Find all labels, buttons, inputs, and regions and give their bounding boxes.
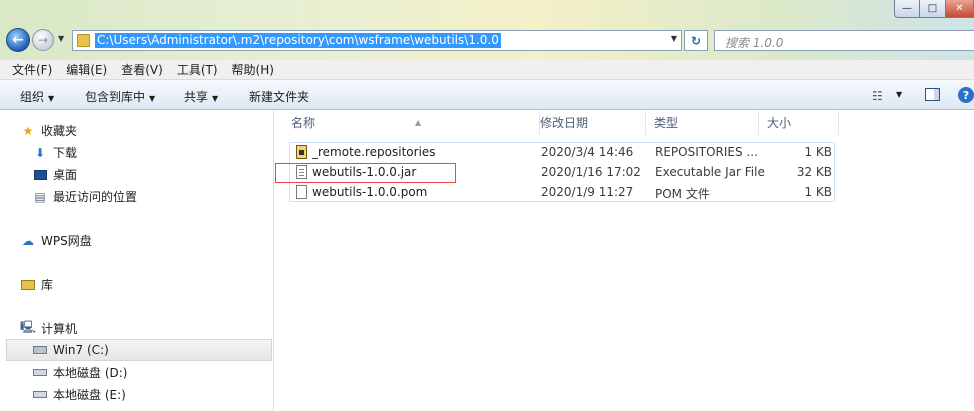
file-list: 名称 ▲ 修改日期 类型 大小 _remote.repositories 202… xyxy=(275,111,974,411)
file-date: 2020/1/9 11:27 xyxy=(541,185,634,199)
nav-downloads-label: 下载 xyxy=(53,146,78,160)
share-label: 共享 xyxy=(184,90,209,104)
file-date: 2020/1/16 17:02 xyxy=(541,165,641,179)
file-date: 2020/3/4 14:46 xyxy=(541,145,634,159)
column-header-type[interactable]: 类型 xyxy=(646,111,759,135)
chevron-down-icon: ▼ xyxy=(48,94,55,103)
file-name: webutils-1.0.0.pom xyxy=(312,185,428,199)
refresh-icon: ↻ xyxy=(690,33,702,48)
file-type: Executable Jar File xyxy=(655,165,765,179)
desktop-icon xyxy=(32,168,48,182)
include-library-button[interactable]: 包含到库中 ▼ xyxy=(85,88,155,105)
column-date-label: 修改日期 xyxy=(540,116,589,130)
nav-desktop[interactable]: 桌面 xyxy=(32,166,77,183)
recent-pages-dropdown[interactable]: ▼ xyxy=(58,34,64,43)
nav-favorites[interactable]: ★ 收藏夹 xyxy=(20,122,77,139)
nav-wps-cloud[interactable]: ☁ WPS网盘 xyxy=(20,232,92,249)
search-box[interactable]: 搜索 1.0.0 xyxy=(714,30,974,51)
command-bar: 组织 ▼ 包含到库中 ▼ 共享 ▼ 新建文件夹 ☷ ▼ ? xyxy=(0,80,974,110)
arrow-right-icon: → xyxy=(37,33,49,47)
highlight-annotation-box xyxy=(275,163,456,183)
view-dropdown[interactable]: ▼ xyxy=(896,90,902,99)
minimize-button[interactable]: — xyxy=(894,0,920,18)
nav-drive-d[interactable]: 本地磁盘 (D:) xyxy=(32,364,127,381)
back-button[interactable]: ← xyxy=(6,28,30,52)
nav-libraries[interactable]: 库 xyxy=(20,276,53,293)
nav-libraries-label: 库 xyxy=(41,278,54,292)
menu-tools[interactable]: 工具(T) xyxy=(177,61,218,78)
new-folder-button[interactable]: 新建文件夹 xyxy=(249,88,309,105)
share-button[interactable]: 共享 ▼ xyxy=(184,88,218,105)
repo-file-icon xyxy=(296,145,307,159)
nav-drive-e-label: 本地磁盘 (E:) xyxy=(53,388,126,402)
column-type-label: 类型 xyxy=(654,116,679,130)
file-size: 32 KB xyxy=(796,165,832,179)
title-bar: — □ ✕ ← → ▼ C:\Users\Administrator\.m2\r… xyxy=(0,0,974,60)
hard-drive-icon xyxy=(32,388,48,402)
nav-recent-label: 最近访问的位置 xyxy=(53,190,138,204)
column-header-size[interactable]: 大小 xyxy=(759,111,839,135)
forward-button[interactable]: → xyxy=(32,29,54,51)
menu-view[interactable]: 查看(V) xyxy=(121,61,163,78)
navigation-pane: ★ 收藏夹 ⬇ 下载 桌面 ▤ 最近访问的位置 ☁ WPS网盘 库 🖳 计算机 … xyxy=(0,111,274,411)
table-row[interactable]: _remote.repositories 2020/3/4 14:46 REPO… xyxy=(290,143,835,162)
file-name: _remote.repositories xyxy=(312,145,436,159)
nav-drive-c[interactable]: Win7 (C:) xyxy=(6,339,272,361)
star-icon: ★ xyxy=(22,123,34,138)
column-header-name[interactable]: 名称 ▲ xyxy=(283,111,540,135)
file-type: POM 文件 xyxy=(655,187,710,201)
address-bar[interactable]: C:\Users\Administrator\.m2\repository\co… xyxy=(72,30,682,51)
include-library-label: 包含到库中 xyxy=(85,90,146,104)
nav-downloads[interactable]: ⬇ 下载 xyxy=(32,144,77,161)
blank-file-icon xyxy=(296,185,307,199)
column-name-label: 名称 xyxy=(291,116,316,130)
view-options-icon[interactable]: ☷ xyxy=(872,89,883,103)
organize-label: 组织 xyxy=(20,90,45,104)
cloud-icon: ☁ xyxy=(22,233,34,248)
nav-drive-c-label: Win7 (C:) xyxy=(53,343,109,357)
nav-drive-e[interactable]: 本地磁盘 (E:) xyxy=(32,386,126,403)
file-type: REPOSITORIES ... xyxy=(655,145,758,159)
download-folder-icon: ⬇ xyxy=(34,145,46,160)
menu-edit[interactable]: 编辑(E) xyxy=(66,61,107,78)
library-icon xyxy=(20,278,36,292)
nav-drive-d-label: 本地磁盘 (D:) xyxy=(53,366,128,380)
nav-desktop-label: 桌面 xyxy=(53,168,78,182)
help-icon[interactable]: ? xyxy=(958,87,974,103)
new-folder-label: 新建文件夹 xyxy=(249,90,310,104)
chevron-down-icon: ▼ xyxy=(149,94,156,103)
arrow-left-icon: ← xyxy=(12,32,24,48)
menu-file[interactable]: 文件(F) xyxy=(12,61,52,78)
nav-computer-label: 计算机 xyxy=(41,322,78,336)
chevron-down-icon: ▼ xyxy=(212,94,219,103)
column-size-label: 大小 xyxy=(767,116,792,130)
nav-favorites-label: 收藏夹 xyxy=(41,124,78,138)
menu-help[interactable]: 帮助(H) xyxy=(232,61,274,78)
table-row[interactable]: webutils-1.0.0.pom 2020/1/9 11:27 POM 文件… xyxy=(290,183,835,202)
system-drive-icon xyxy=(32,343,48,357)
menu-bar: 文件(F) 编辑(E) 查看(V) 工具(T) 帮助(H) xyxy=(0,60,974,80)
recent-places-icon: ▤ xyxy=(34,189,46,204)
sort-ascending-icon: ▲ xyxy=(415,118,422,127)
refresh-button[interactable]: ↻ xyxy=(684,30,708,51)
folder-icon xyxy=(77,34,90,47)
file-size: 1 KB xyxy=(804,145,832,159)
column-header-date[interactable]: 修改日期 xyxy=(532,111,646,135)
nav-computer[interactable]: 🖳 计算机 xyxy=(20,320,77,337)
nav-recent[interactable]: ▤ 最近访问的位置 xyxy=(32,188,137,205)
organize-button[interactable]: 组织 ▼ xyxy=(20,88,54,105)
address-path[interactable]: C:\Users\Administrator\.m2\repository\co… xyxy=(95,33,501,48)
file-size: 1 KB xyxy=(804,185,832,199)
close-button[interactable]: ✕ xyxy=(946,0,974,18)
preview-pane-icon[interactable] xyxy=(925,88,940,101)
computer-icon: 🖳 xyxy=(20,320,37,334)
hard-drive-icon xyxy=(32,366,48,380)
address-dropdown[interactable]: ▼ xyxy=(671,34,677,43)
maximize-button[interactable]: □ xyxy=(920,0,946,18)
search-placeholder: 搜索 1.0.0 xyxy=(725,36,784,50)
window-controls: — □ ✕ xyxy=(894,0,974,20)
nav-wps-label: WPS网盘 xyxy=(41,234,92,248)
